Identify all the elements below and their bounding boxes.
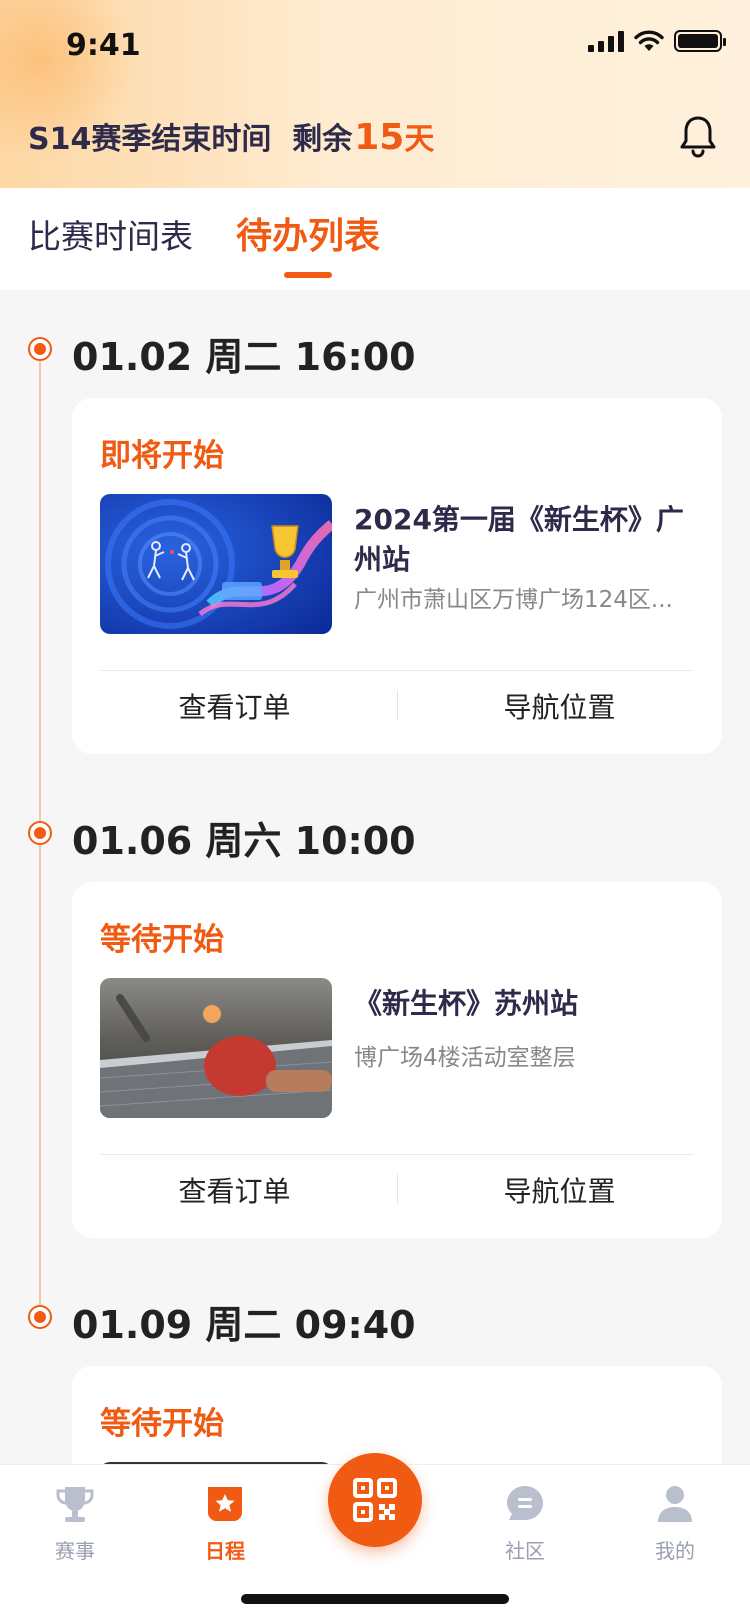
- event-address: 广州市萧山区万博广场124区...: [354, 587, 673, 613]
- nav-label: 赛事: [55, 1539, 95, 1563]
- card-divider: [100, 1154, 694, 1155]
- chat-bubble-icon: [507, 1486, 543, 1520]
- status-time: 9:41: [66, 28, 141, 63]
- nav-item-community[interactable]: 社区: [475, 1483, 575, 1564]
- timeline-dot: [28, 1305, 52, 1329]
- view-order-button[interactable]: 查看订单: [72, 686, 397, 726]
- nav-item-profile[interactable]: 我的: [625, 1483, 725, 1564]
- event-status: 即将开始: [100, 438, 224, 474]
- event-status: 等待开始: [100, 1406, 224, 1442]
- scan-qr-button[interactable]: [328, 1453, 422, 1547]
- header: 9:41 S14赛季结束时间 剩余 15 天: [0, 0, 750, 188]
- event-status: 等待开始: [100, 922, 224, 958]
- event-poster-image[interactable]: [100, 494, 332, 634]
- nav-label: 社区: [505, 1539, 545, 1563]
- nav-item-events[interactable]: 赛事: [25, 1483, 125, 1564]
- tab-bar: 比赛时间表 待办列表: [0, 188, 750, 290]
- bell-icon[interactable]: [678, 114, 718, 158]
- season-days-unit: 天: [404, 122, 435, 157]
- qr-code-icon: [353, 1478, 397, 1522]
- event-poster-image[interactable]: [100, 978, 332, 1118]
- card-divider: [100, 670, 694, 671]
- event-address: 博广场4楼活动室整层: [354, 1045, 576, 1071]
- timeline-dot: [28, 337, 52, 361]
- event-title[interactable]: 2024第一届《新生杯》广州站: [354, 500, 694, 580]
- tab-todo-list[interactable]: 待办列表: [236, 207, 380, 259]
- event-card[interactable]: 即将开始 2024第一届《新生杯》广州站 广州市萧山区万博广场124区... 查…: [72, 398, 722, 754]
- wifi-icon: [634, 30, 664, 51]
- event-title[interactable]: 《新生杯》苏州站: [354, 984, 694, 1024]
- season-countdown: S14赛季结束时间 剩余 15 天: [28, 114, 434, 158]
- home-indicator: [241, 1594, 509, 1604]
- view-order-button[interactable]: 查看订单: [72, 1170, 397, 1210]
- schedule-star-icon: [208, 1487, 242, 1521]
- nav-label: 日程: [205, 1539, 245, 1563]
- battery-icon: [674, 30, 726, 52]
- cellular-signal-icon: [588, 30, 624, 52]
- tab-match-schedule[interactable]: 比赛时间表: [28, 210, 193, 258]
- navigate-location-button[interactable]: 导航位置: [397, 1170, 722, 1210]
- user-icon: [658, 1486, 692, 1522]
- nav-item-schedule[interactable]: 日程: [175, 1483, 275, 1564]
- event-date: 01.02 周二 16:00: [72, 335, 416, 379]
- navigate-location-button[interactable]: 导航位置: [397, 686, 722, 726]
- nav-label: 我的: [655, 1539, 695, 1563]
- event-card[interactable]: 等待开始 《新生杯》苏州站 博广场4楼活动室整层 查看订单 导航位置: [72, 882, 722, 1238]
- trophy-icon: [56, 1487, 94, 1522]
- active-tab-indicator: [284, 272, 332, 278]
- season-days-remaining: 15: [354, 117, 405, 158]
- status-icons: [588, 30, 726, 52]
- timeline-dot: [28, 821, 52, 845]
- event-date: 01.09 周二 09:40: [72, 1303, 416, 1347]
- event-date: 01.06 周六 10:00: [72, 819, 416, 863]
- season-countdown-label: S14赛季结束时间 剩余: [28, 122, 353, 157]
